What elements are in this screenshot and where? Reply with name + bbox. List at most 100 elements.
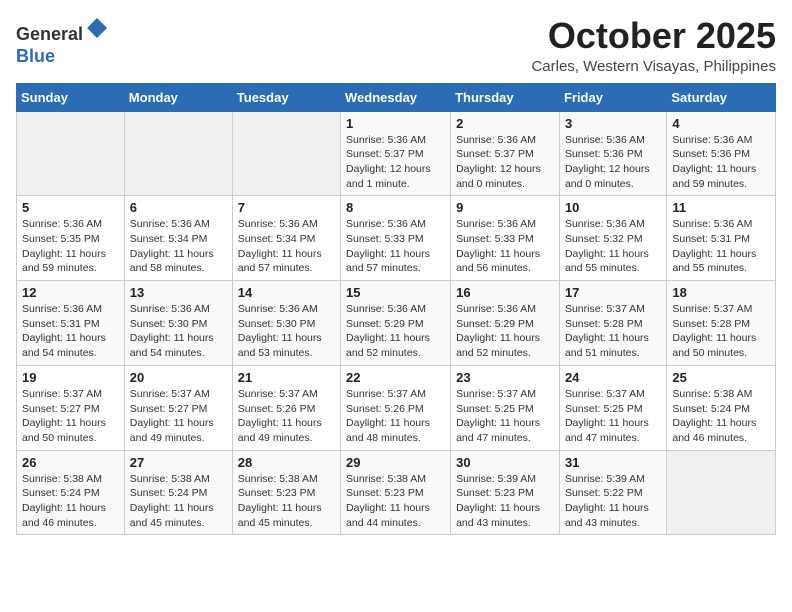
calendar-cell: 12Sunrise: 5:36 AMSunset: 5:31 PMDayligh… xyxy=(17,281,125,366)
calendar-cell: 9Sunrise: 5:36 AMSunset: 5:33 PMDaylight… xyxy=(451,196,560,281)
day-number: 24 xyxy=(565,370,661,385)
calendar-cell: 29 Sunrise: 5:38 AMSunset: 5:23 PMDayligh… xyxy=(341,450,451,535)
day-number: 31 xyxy=(565,455,661,470)
calendar-body: 1Sunrise: 5:36 AMSunset: 5:37 PMDaylight… xyxy=(17,111,776,535)
calendar-cell: 8Sunrise: 5:36 AMSunset: 5:33 PMDaylight… xyxy=(341,196,451,281)
calendar-cell: 20Sunrise: 5:37 AMSunset: 5:27 PMDayligh… xyxy=(124,365,232,450)
calendar-cell: 3 Sunrise: 5:36 AMSunset: 5:36 PMDaylight… xyxy=(559,111,666,196)
day-info: Sunrise: 5:37 AMSunset: 5:27 PMDaylight:… xyxy=(22,387,119,446)
day-info: Sunrise: 5:39 AMSunset: 5:23 PMDaylight:… xyxy=(456,472,554,531)
calendar-cell: 13 Sunrise: 5:36 AMSunset: 5:30 PMDayligh… xyxy=(124,281,232,366)
day-number: 6 xyxy=(130,200,227,215)
day-info: Sunrise: 5:38 AMSunset: 5:24 PMDaylight:… xyxy=(130,472,227,531)
weekday-header-wednesday: Wednesday xyxy=(341,83,451,111)
day-number: 4 xyxy=(672,116,770,131)
weekday-header-monday: Monday xyxy=(124,83,232,111)
day-number: 16 xyxy=(456,285,554,300)
calendar-cell xyxy=(667,450,776,535)
calendar-table: SundayMondayTuesdayWednesdayThursdayFrid… xyxy=(16,83,776,536)
logo-icon xyxy=(85,16,109,40)
day-info: Sunrise: 5:37 AMSunset: 5:25 PMDaylight:… xyxy=(565,387,661,446)
day-info: Sunrise: 5:37 AMSunset: 5:26 PMDaylight:… xyxy=(346,387,445,446)
calendar-cell: 18 Sunrise: 5:37 AMSunset: 5:28 PMDayligh… xyxy=(667,281,776,366)
calendar-cell: 30 Sunrise: 5:39 AMSunset: 5:23 PMDayligh… xyxy=(451,450,560,535)
day-number: 30 xyxy=(456,455,554,470)
day-info: Sunrise: 5:37 AMSunset: 5:28 PMDaylight:… xyxy=(565,302,661,361)
calendar-cell: 19 Sunrise: 5:37 AMSunset: 5:27 PMDayligh… xyxy=(17,365,125,450)
day-number: 18 xyxy=(672,285,770,300)
weekday-header-sunday: Sunday xyxy=(17,83,125,111)
day-info: Sunrise: 5:36 AMSunset: 5:37 PMDaylight:… xyxy=(346,133,445,192)
day-number: 28 xyxy=(238,455,335,470)
calendar-cell: 2Sunrise: 5:36 AMSunset: 5:37 PMDaylight… xyxy=(451,111,560,196)
day-number: 13 xyxy=(130,285,227,300)
day-info: Sunrise: 5:36 AMSunset: 5:29 PMDaylight:… xyxy=(346,302,445,361)
weekday-header-thursday: Thursday xyxy=(451,83,560,111)
day-number: 19 xyxy=(22,370,119,385)
logo: General Blue xyxy=(16,16,109,67)
day-info: Sunrise: 5:37 AMSunset: 5:25 PMDaylight:… xyxy=(456,387,554,446)
location-subtitle: Carles, Western Visayas, Philippines xyxy=(531,58,776,75)
day-number: 26 xyxy=(22,455,119,470)
day-number: 22 xyxy=(346,370,445,385)
calendar-cell: 28Sunrise: 5:38 AMSunset: 5:23 PMDayligh… xyxy=(232,450,340,535)
day-number: 3 xyxy=(565,116,661,131)
calendar-cell: 31 Sunrise: 5:39 AMSunset: 5:22 PMDayligh… xyxy=(559,450,666,535)
day-number: 15 xyxy=(346,285,445,300)
calendar-week-row: 19 Sunrise: 5:37 AMSunset: 5:27 PMDayligh… xyxy=(17,365,776,450)
calendar-cell: 14 Sunrise: 5:36 AMSunset: 5:30 PMDayligh… xyxy=(232,281,340,366)
day-number: 8 xyxy=(346,200,445,215)
calendar-cell: 22 Sunrise: 5:37 AMSunset: 5:26 PMDayligh… xyxy=(341,365,451,450)
day-info: Sunrise: 5:36 AMSunset: 5:35 PMDaylight:… xyxy=(22,217,119,276)
day-info: Sunrise: 5:36 AMSunset: 5:30 PMDaylight:… xyxy=(238,302,335,361)
calendar-cell: 16 Sunrise: 5:36 AMSunset: 5:29 PMDayligh… xyxy=(451,281,560,366)
calendar-cell xyxy=(17,111,125,196)
calendar-cell: 15 Sunrise: 5:36 AMSunset: 5:29 PMDayligh… xyxy=(341,281,451,366)
calendar-cell xyxy=(124,111,232,196)
day-number: 5 xyxy=(22,200,119,215)
calendar-week-row: 12Sunrise: 5:36 AMSunset: 5:31 PMDayligh… xyxy=(17,281,776,366)
day-info: Sunrise: 5:36 AMSunset: 5:32 PMDaylight:… xyxy=(565,217,661,276)
calendar-cell: 6Sunrise: 5:36 AMSunset: 5:34 PMDaylight… xyxy=(124,196,232,281)
day-number: 14 xyxy=(238,285,335,300)
logo-general: General xyxy=(16,24,83,44)
calendar-cell: 26 Sunrise: 5:38 AMSunset: 5:24 PMDayligh… xyxy=(17,450,125,535)
weekday-header-friday: Friday xyxy=(559,83,666,111)
weekday-header-tuesday: Tuesday xyxy=(232,83,340,111)
day-info: Sunrise: 5:38 AMSunset: 5:24 PMDaylight:… xyxy=(22,472,119,531)
day-info: Sunrise: 5:37 AMSunset: 5:26 PMDaylight:… xyxy=(238,387,335,446)
day-info: Sunrise: 5:36 AMSunset: 5:33 PMDaylight:… xyxy=(456,217,554,276)
day-info: Sunrise: 5:38 AMSunset: 5:23 PMDaylight:… xyxy=(346,472,445,531)
day-info: Sunrise: 5:36 AMSunset: 5:31 PMDaylight:… xyxy=(672,217,770,276)
day-number: 21 xyxy=(238,370,335,385)
weekday-header-row: SundayMondayTuesdayWednesdayThursdayFrid… xyxy=(17,83,776,111)
day-info: Sunrise: 5:36 AMSunset: 5:29 PMDaylight:… xyxy=(456,302,554,361)
day-number: 23 xyxy=(456,370,554,385)
day-info: Sunrise: 5:37 AMSunset: 5:27 PMDaylight:… xyxy=(130,387,227,446)
day-number: 29 xyxy=(346,455,445,470)
calendar-cell: 10 Sunrise: 5:36 AMSunset: 5:32 PMDayligh… xyxy=(559,196,666,281)
day-info: Sunrise: 5:36 AMSunset: 5:36 PMDaylight:… xyxy=(565,133,661,192)
day-number: 27 xyxy=(130,455,227,470)
title-block: October 2025 Carles, Western Visayas, Ph… xyxy=(531,16,776,75)
calendar-cell xyxy=(232,111,340,196)
calendar-cell: 24 Sunrise: 5:37 AMSunset: 5:25 PMDayligh… xyxy=(559,365,666,450)
day-info: Sunrise: 5:36 AMSunset: 5:36 PMDaylight:… xyxy=(672,133,770,192)
day-number: 10 xyxy=(565,200,661,215)
day-info: Sunrise: 5:38 AMSunset: 5:24 PMDaylight:… xyxy=(672,387,770,446)
day-number: 7 xyxy=(238,200,335,215)
weekday-header-saturday: Saturday xyxy=(667,83,776,111)
day-info: Sunrise: 5:36 AMSunset: 5:30 PMDaylight:… xyxy=(130,302,227,361)
calendar-week-row: 1Sunrise: 5:36 AMSunset: 5:37 PMDaylight… xyxy=(17,111,776,196)
calendar-week-row: 26 Sunrise: 5:38 AMSunset: 5:24 PMDayligh… xyxy=(17,450,776,535)
logo-blue: Blue xyxy=(16,46,55,66)
calendar-cell: 27 Sunrise: 5:38 AMSunset: 5:24 PMDayligh… xyxy=(124,450,232,535)
day-number: 25 xyxy=(672,370,770,385)
day-info: Sunrise: 5:36 AMSunset: 5:37 PMDaylight:… xyxy=(456,133,554,192)
page-header: General Blue October 2025 Carles, Wester… xyxy=(16,16,776,75)
calendar-cell: 5 Sunrise: 5:36 AMSunset: 5:35 PMDaylight… xyxy=(17,196,125,281)
calendar-cell: 11Sunrise: 5:36 AMSunset: 5:31 PMDayligh… xyxy=(667,196,776,281)
calendar-cell: 7Sunrise: 5:36 AMSunset: 5:34 PMDaylight… xyxy=(232,196,340,281)
day-info: Sunrise: 5:37 AMSunset: 5:28 PMDaylight:… xyxy=(672,302,770,361)
day-info: Sunrise: 5:39 AMSunset: 5:22 PMDaylight:… xyxy=(565,472,661,531)
